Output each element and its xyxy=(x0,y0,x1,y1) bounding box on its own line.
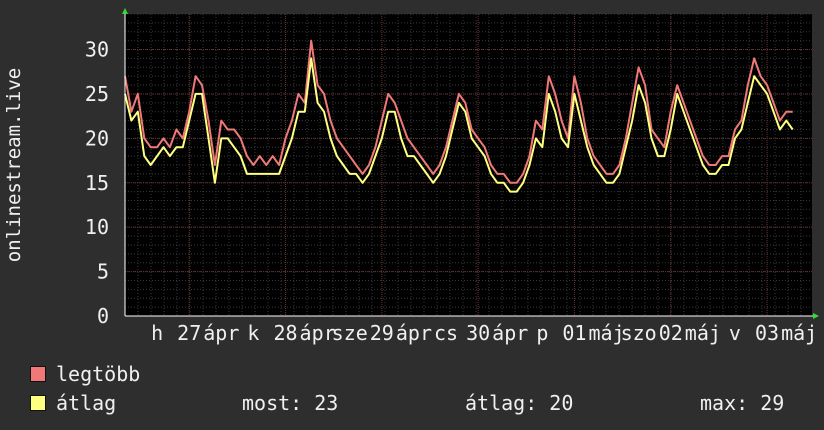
x-tick-label: máj xyxy=(588,321,624,345)
x-tick-label: máj xyxy=(781,321,817,345)
y-tick-label: 30 xyxy=(85,38,109,62)
y-axis-ticks: 0 5 10 15 20 25 30 xyxy=(85,38,109,328)
x-tick-label: 28 xyxy=(273,321,297,345)
legend-item-legtobb: legtöbb xyxy=(30,362,140,386)
x-tick-label: 30 xyxy=(466,321,490,345)
y-axis-arrow-icon xyxy=(122,8,128,14)
y-tick-label: 15 xyxy=(85,171,109,195)
x-tick-label: v xyxy=(729,321,741,345)
x-tick-label: sze xyxy=(332,321,368,345)
x-tick-label: k xyxy=(247,321,259,345)
legend-label-atlag: átlag xyxy=(56,391,117,415)
y-tick-label: 10 xyxy=(85,215,109,239)
x-tick-label: h xyxy=(151,321,163,345)
x-tick-label: ápr xyxy=(492,321,528,345)
stat-most: most: 23 xyxy=(242,391,339,415)
y-axis-label: onlinestream.live xyxy=(3,67,25,263)
x-tick-label: cs xyxy=(434,321,458,345)
x-tick-label: 29 xyxy=(370,321,394,345)
x-axis-arrow-icon xyxy=(813,313,819,319)
x-axis-ticks: h 27 ápr k 28 áprsze 29 ápr cs 30 ápr p 01 májszo 02 má… xyxy=(151,321,817,345)
stat-max: max: 29 xyxy=(700,391,785,415)
y-tick-label: 5 xyxy=(97,260,109,284)
x-tick-label: 01 xyxy=(562,321,586,345)
x-tick-label: 02 xyxy=(659,321,683,345)
y-tick-label: 0 xyxy=(97,304,109,328)
x-tick-label: 27 xyxy=(177,321,201,345)
x-tick-label: ápr xyxy=(396,321,432,345)
legend-swatch-atlag xyxy=(30,395,46,411)
legend-swatch-legtobb xyxy=(30,366,46,382)
y-tick-label: 20 xyxy=(85,126,109,150)
y-tick-label: 25 xyxy=(85,82,109,106)
x-tick-label: ápr xyxy=(203,321,239,345)
x-tick-label: máj xyxy=(685,321,721,345)
stat-atlag: átlag: 20 xyxy=(465,391,574,415)
x-tick-label: ápr xyxy=(300,321,336,345)
x-tick-label: szo xyxy=(621,321,657,345)
x-tick-label: p xyxy=(536,321,548,345)
legend-label-legtobb: legtöbb xyxy=(56,362,141,386)
legend-item-atlag: átlag xyxy=(30,391,116,415)
x-tick-label: 03 xyxy=(755,321,779,345)
